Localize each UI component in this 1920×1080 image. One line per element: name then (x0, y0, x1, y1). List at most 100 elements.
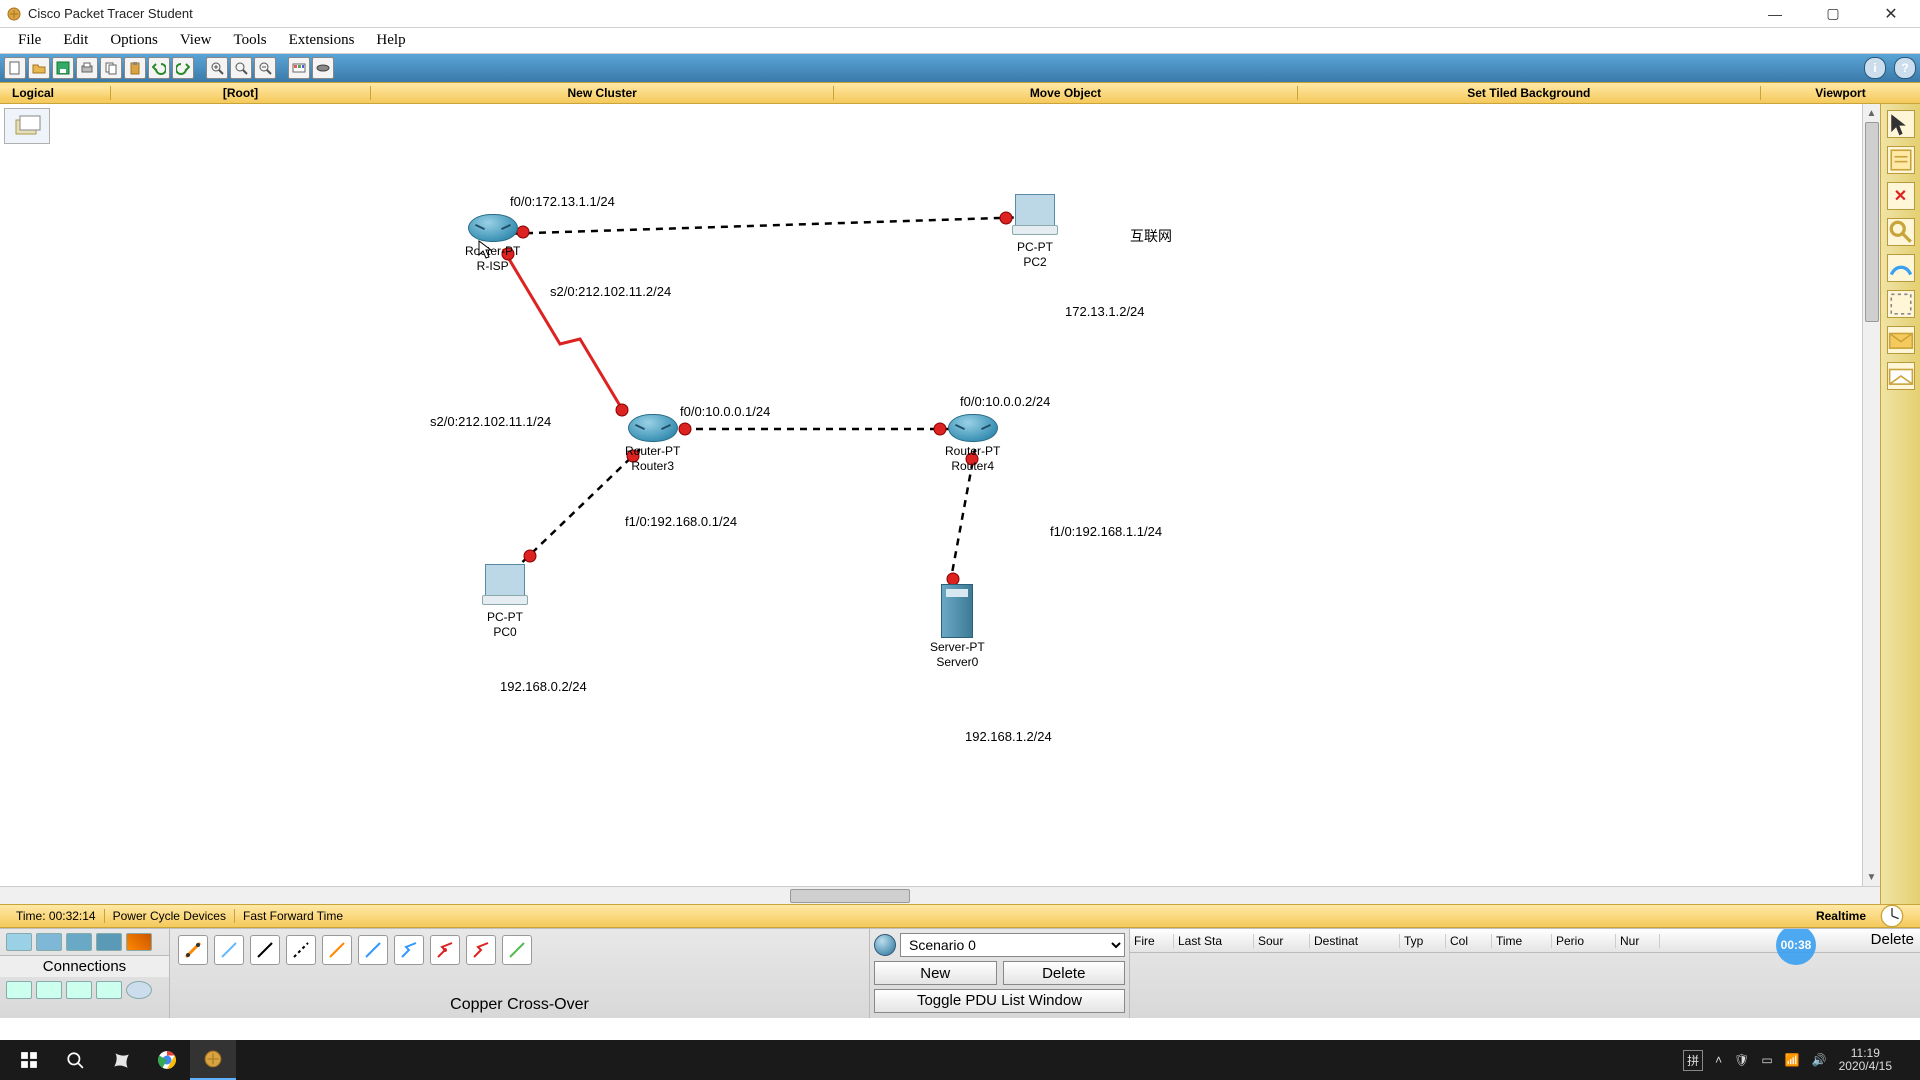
inspect-tool-icon[interactable] (1887, 218, 1915, 246)
close-button[interactable]: ✕ (1876, 4, 1906, 24)
col-type[interactable]: Typ (1400, 934, 1446, 948)
auto-cable-icon[interactable] (178, 935, 208, 965)
scenario-new-button[interactable]: New (874, 961, 997, 985)
redo-icon[interactable] (172, 57, 194, 79)
pdu-delete-button[interactable]: Delete (1871, 931, 1914, 948)
device-pc2[interactable]: PC-PTPC2 (1015, 194, 1055, 270)
print-icon[interactable] (76, 57, 98, 79)
cat-wireless-icon[interactable] (96, 933, 122, 951)
device-r-isp[interactable]: Router-PTR-ISP (465, 214, 520, 274)
device-server0[interactable]: Server-PTServer0 (930, 584, 985, 670)
menu-extensions[interactable]: Extensions (279, 30, 365, 51)
delete-tool-icon[interactable]: ✕ (1887, 182, 1915, 210)
col-source[interactable]: Sour (1254, 934, 1310, 948)
power-cycle-button[interactable]: Power Cycle Devices (105, 909, 235, 923)
col-dest[interactable]: Destinat (1310, 934, 1400, 948)
horizontal-scrollbar[interactable] (0, 886, 1880, 904)
scroll-track[interactable] (1863, 122, 1880, 868)
viewport-button[interactable]: Viewport (1760, 86, 1920, 100)
device-router3[interactable]: Router-PTRouter3 (625, 414, 680, 474)
device-router4[interactable]: Router-PTRouter4 (945, 414, 1000, 474)
menu-view[interactable]: View (170, 30, 222, 51)
scroll-thumb[interactable] (1865, 122, 1879, 322)
straight-cable-icon[interactable] (250, 935, 280, 965)
root-breadcrumb[interactable]: [Root] (110, 86, 370, 100)
taskbar-chrome[interactable] (144, 1040, 190, 1080)
start-button[interactable] (6, 1040, 52, 1080)
col-time[interactable]: Time (1492, 934, 1552, 948)
cat-end-devices-icon[interactable] (6, 981, 32, 999)
info-icon[interactable]: i (1864, 57, 1886, 79)
scenario-delete-button[interactable]: Delete (1003, 961, 1126, 985)
open-file-icon[interactable] (28, 57, 50, 79)
zoom-in-icon[interactable] (206, 57, 228, 79)
simulation-toggle-icon[interactable] (1880, 906, 1912, 926)
cat-connections-icon[interactable] (126, 933, 152, 951)
cat-multiuser-icon[interactable] (96, 981, 122, 999)
serial-dte-cable-icon[interactable] (466, 935, 496, 965)
scroll-up-arrow-icon[interactable]: ▲ (1863, 104, 1880, 122)
taskbar-app-1[interactable] (98, 1040, 144, 1080)
tray-wifi-icon[interactable]: 📶 (1785, 1053, 1800, 1067)
simple-pdu-icon[interactable] (1887, 326, 1915, 354)
octal-cable-icon[interactable] (502, 935, 532, 965)
menu-help[interactable]: Help (366, 30, 415, 51)
zoom-reset-icon[interactable] (230, 57, 252, 79)
move-object-button[interactable]: Move Object (833, 86, 1296, 100)
menu-tools[interactable]: Tools (223, 30, 276, 51)
console-cable-icon[interactable] (214, 935, 244, 965)
col-fire[interactable]: Fire (1130, 934, 1174, 948)
taskbar-packet-tracer[interactable] (190, 1040, 236, 1080)
zoom-out-icon[interactable] (254, 57, 276, 79)
maximize-button[interactable]: ▢ (1818, 4, 1848, 24)
logical-tab[interactable]: Logical (0, 86, 110, 100)
palette-icon[interactable] (288, 57, 310, 79)
help-icon[interactable]: ? (1894, 57, 1916, 79)
serial-dce-cable-icon[interactable] (430, 935, 460, 965)
complex-pdu-icon[interactable] (1887, 362, 1915, 390)
device-pc0[interactable]: PC-PTPC0 (485, 564, 525, 640)
system-clock[interactable]: 11:19 2020/4/15 (1839, 1047, 1892, 1073)
col-last-status[interactable]: Last Sta (1174, 934, 1254, 948)
undo-icon[interactable] (148, 57, 170, 79)
save-icon[interactable] (52, 57, 74, 79)
tray-battery-icon[interactable]: ▭ (1761, 1053, 1772, 1067)
tray-security-icon[interactable]: 🛡 (1734, 1053, 1749, 1067)
tray-chevron-icon[interactable]: ˄ (1715, 1053, 1722, 1067)
cat-cloud-icon[interactable] (126, 981, 152, 999)
cat-custom-icon[interactable] (66, 981, 92, 999)
note-tool-icon[interactable] (1887, 146, 1915, 174)
custom-device-icon[interactable] (312, 57, 334, 79)
menu-options[interactable]: Options (100, 30, 168, 51)
coax-cable-icon[interactable] (394, 935, 424, 965)
scroll-thumb-h[interactable] (790, 889, 910, 903)
scenario-globe-icon[interactable] (874, 934, 896, 956)
fiber-cable-icon[interactable] (322, 935, 352, 965)
ime-indicator[interactable]: 拼 (1683, 1050, 1703, 1071)
draw-tool-icon[interactable] (1887, 254, 1915, 282)
menu-file[interactable]: File (8, 30, 51, 51)
col-num[interactable]: Nur (1616, 934, 1660, 948)
back-cluster-icon[interactable] (4, 108, 50, 144)
phone-cable-icon[interactable] (358, 935, 388, 965)
topology-canvas[interactable]: Router-PTR-ISP Router-PTRouter3 Router-P… (80, 104, 1880, 904)
new-file-icon[interactable] (4, 57, 26, 79)
cat-routers-icon[interactable] (6, 933, 32, 951)
toggle-pdu-list-button[interactable]: Toggle PDU List Window (874, 989, 1125, 1013)
paste-icon[interactable] (124, 57, 146, 79)
crossover-cable-icon[interactable] (286, 935, 316, 965)
select-tool-icon[interactable] (1887, 110, 1915, 138)
minimize-button[interactable]: — (1760, 4, 1790, 24)
new-cluster-button[interactable]: New Cluster (370, 86, 833, 100)
copy-icon[interactable] (100, 57, 122, 79)
resize-tool-icon[interactable] (1887, 290, 1915, 318)
scroll-down-arrow-icon[interactable]: ▼ (1863, 868, 1880, 886)
menu-edit[interactable]: Edit (53, 30, 98, 51)
cat-switches-icon[interactable] (36, 933, 62, 951)
tray-volume-icon[interactable]: 🔊 (1812, 1053, 1827, 1067)
col-color[interactable]: Col (1446, 934, 1492, 948)
vertical-scrollbar[interactable]: ▲ ▼ (1862, 104, 1880, 886)
search-button[interactable] (52, 1040, 98, 1080)
cat-hubs-icon[interactable] (66, 933, 92, 951)
fast-forward-button[interactable]: Fast Forward Time (235, 909, 343, 923)
